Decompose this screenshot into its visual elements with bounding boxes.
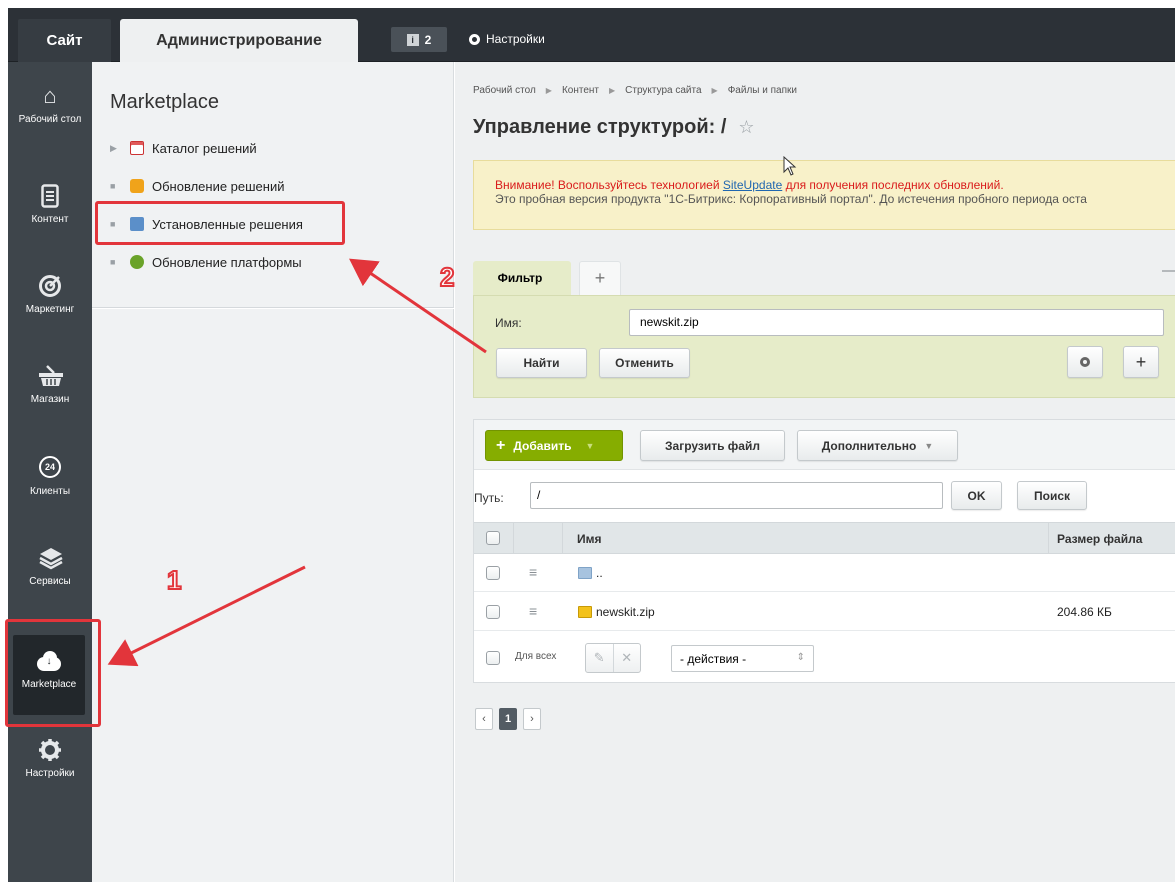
arrow-2 xyxy=(349,258,487,354)
arrow-1 xyxy=(107,565,306,667)
annotation-arrows xyxy=(107,258,487,667)
